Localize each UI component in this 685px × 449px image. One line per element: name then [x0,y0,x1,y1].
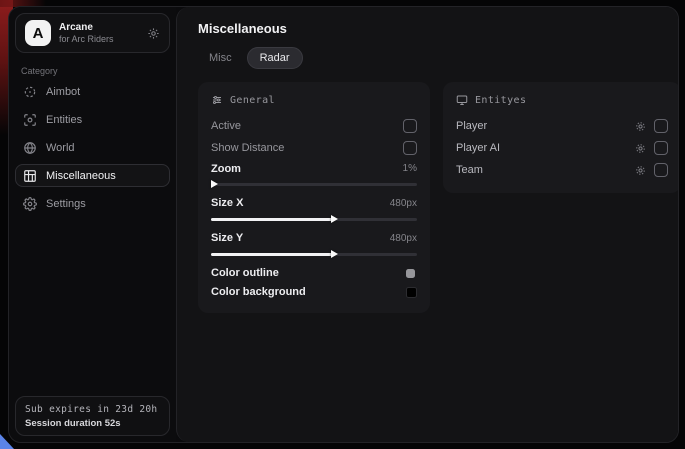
general-panel: General Active Show Distance Zoom 1% [198,82,430,313]
entity-row-team: Team [456,159,668,181]
size-y-slider[interactable] [211,249,417,259]
entity-row-player: Player [456,115,668,137]
setting-row-color-background: Color background [211,283,417,301]
team-checkbox[interactable] [654,163,668,177]
app-subtitle: for Arc Riders [59,34,139,44]
sidebar-item-label: Aimbot [46,86,80,98]
sidebar-item-label: Miscellaneous [46,170,116,182]
sidebar: A Arcane for Arc Riders Category [9,7,176,442]
sidebar-item-label: World [46,142,75,154]
slider-fill [211,218,333,221]
sub-expiry-text: Sub expires in 23d 20h [25,404,160,415]
player-checkbox[interactable] [654,119,668,133]
entity-label: Player AI [456,142,500,154]
app-header-card: A Arcane for Arc Riders [15,13,170,53]
active-checkbox[interactable] [403,119,417,133]
entity-row-player-ai: Player AI [456,137,668,159]
tab-misc[interactable]: Misc [198,48,243,68]
entities-panel-header: Entityes [456,94,668,106]
entity-label: Player [456,120,487,132]
tab-radar[interactable]: Radar [247,47,303,69]
show-distance-checkbox[interactable] [403,141,417,155]
sidebar-item-entities[interactable]: Entities [15,108,170,131]
session-duration-text: Session duration 52s [25,418,160,429]
globe-icon [23,141,37,155]
setting-label: Zoom [211,163,241,175]
sidebar-item-label: Settings [46,198,86,210]
entities-panel: Entityes Player P [443,82,679,193]
grid-icon [23,169,37,183]
gear-icon[interactable] [147,27,160,40]
sidebar-item-settings[interactable]: Settings [15,192,170,215]
scan-icon [23,113,37,127]
gear-icon[interactable] [635,121,646,132]
color-outline-swatch[interactable] [406,269,415,278]
main-content: Miscellaneous Misc Radar Gene [176,7,679,442]
app-meta: Arcane for Arc Riders [59,22,139,44]
sidebar-item-miscellaneous[interactable]: Miscellaneous [15,164,170,187]
entities-panel-title: Entityes [475,95,526,106]
tab-bar: Misc Radar [198,47,679,69]
slider-fill [211,253,333,256]
player-ai-checkbox[interactable] [654,141,668,155]
setting-value: 480px [390,198,417,209]
setting-value: 1% [403,163,417,174]
monitor-icon [456,94,468,106]
panels-row: General Active Show Distance Zoom 1% [198,82,679,313]
sliders-icon [211,94,223,106]
setting-row-active: Active [211,115,417,137]
setting-label: Show Distance [211,142,284,154]
setting-value: 480px [390,233,417,244]
page-title: Miscellaneous [198,21,679,36]
sidebar-nav: Aimbot Entities World [15,80,170,215]
subscription-card: Sub expires in 23d 20h Session duration … [15,396,170,436]
entity-label: Team [456,164,483,176]
setting-label: Size X [211,197,243,209]
setting-row-size-y: Size Y 480px [211,228,417,248]
slider-thumb[interactable] [331,250,338,258]
general-panel-title: General [230,95,275,106]
gear-icon[interactable] [635,143,646,154]
sidebar-item-label: Entities [46,114,82,126]
sidebar-item-aimbot[interactable]: Aimbot [15,80,170,103]
setting-row-size-x: Size X 480px [211,193,417,213]
app-name: Arcane [59,22,139,34]
gear-icon [23,197,37,211]
color-background-swatch[interactable] [406,287,417,298]
general-panel-header: General [211,94,417,106]
app-window: A Arcane for Arc Riders Category [8,6,679,443]
setting-row-color-outline: Color outline [211,263,417,283]
setting-label: Color background [211,286,306,298]
setting-label: Active [211,120,241,132]
app-logo: A [25,20,51,46]
slider-thumb[interactable] [331,215,338,223]
setting-row-show-distance: Show Distance [211,137,417,159]
setting-row-zoom: Zoom 1% [211,159,417,178]
slider-track [211,183,417,186]
crosshair-icon [23,85,37,99]
gear-icon[interactable] [635,165,646,176]
setting-label: Size Y [211,232,243,244]
size-x-slider[interactable] [211,214,417,224]
category-label: Category [21,66,170,76]
setting-label: Color outline [211,267,279,279]
sidebar-item-world[interactable]: World [15,136,170,159]
zoom-slider[interactable] [211,179,417,189]
slider-thumb[interactable] [211,180,218,188]
